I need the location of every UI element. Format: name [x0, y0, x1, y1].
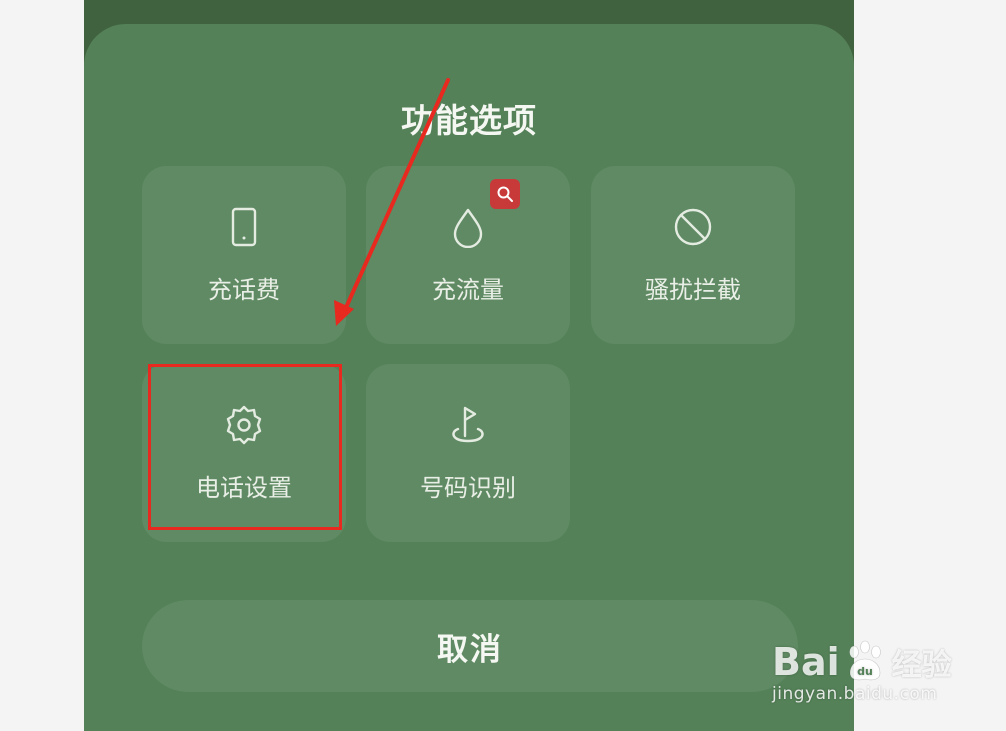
search-icon [497, 186, 513, 202]
watermark-cn: 经验 [891, 648, 952, 683]
option-harassment-block[interactable]: 骚扰拦截 [591, 166, 795, 344]
option-label: 骚扰拦截 [645, 276, 741, 304]
option-label: 充流量 [432, 276, 504, 304]
cancel-button[interactable]: 取消 [142, 600, 798, 692]
option-recharge-data[interactable]: 充流量 [366, 166, 570, 344]
baidu-logo: Bai du 经验 [772, 640, 952, 684]
option-label: 充话费 [208, 276, 280, 304]
annotation-highlight-box [148, 364, 342, 530]
watermark-brand: Bai [772, 640, 840, 684]
watermark-url: jingyan.baidu.com [772, 684, 938, 704]
option-label: 号码识别 [420, 474, 516, 502]
sheet-title: 功能选项 [401, 101, 537, 140]
water-drop-icon [366, 206, 570, 248]
option-number-identification[interactable]: 号码识别 [366, 364, 570, 542]
phone-tablet-icon [142, 206, 346, 248]
paw-icon: du [848, 640, 881, 681]
watermark-brand-tail: du [857, 665, 873, 678]
flag-pin-icon [366, 404, 570, 446]
new-badge [490, 179, 520, 209]
baidu-jingyan-watermark: Bai du 经验 jingyan.baidu.com [770, 622, 970, 712]
block-icon [591, 206, 795, 248]
option-recharge-credit[interactable]: 充话费 [142, 166, 346, 344]
